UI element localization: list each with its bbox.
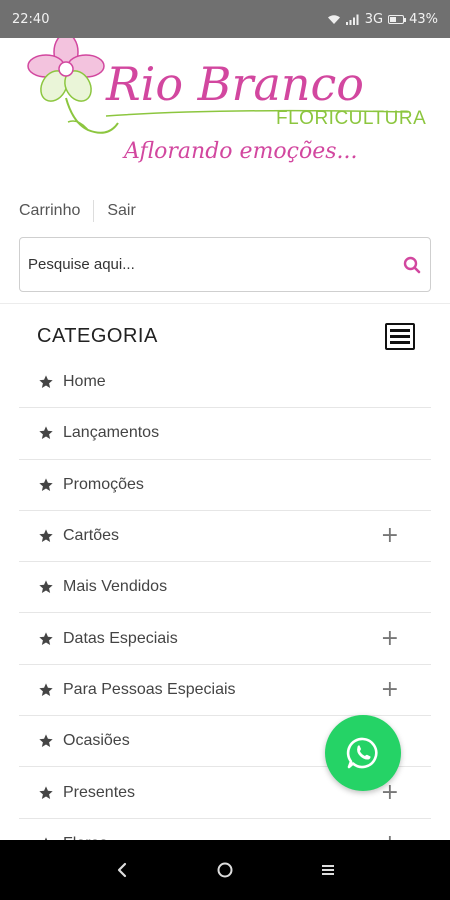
category-item[interactable]: Para Pessoas Especiais +	[19, 665, 431, 717]
section-divider	[0, 303, 450, 304]
status-bar: 22:40 3G 43%	[0, 0, 450, 38]
expand-plus-icon[interactable]: +	[381, 627, 399, 650]
star-icon	[39, 683, 53, 696]
network-type: 3G	[364, 11, 384, 27]
brand-subtitle: FLORICULTURA	[276, 108, 426, 129]
category-item[interactable]: Promoções	[19, 460, 431, 511]
category-item-label: Datas Especiais	[63, 629, 178, 647]
star-icon	[39, 580, 53, 594]
expand-plus-icon[interactable]: +	[381, 678, 399, 701]
search-icon[interactable]	[402, 255, 422, 275]
star-icon	[39, 785, 53, 799]
home-button[interactable]	[210, 855, 240, 885]
logout-link[interactable]: Sair	[107, 202, 135, 220]
star-icon	[39, 529, 53, 543]
brand-tagline: Aflorando emoções...	[122, 139, 358, 164]
category-item-label: Mais Vendidos	[63, 578, 168, 596]
category-item[interactable]: Lançamentos	[19, 408, 431, 460]
battery-percent: 43%	[409, 11, 438, 27]
brand-name: Rio Branco	[105, 57, 364, 111]
category-header: CATEGORIA	[37, 320, 415, 352]
back-button[interactable]	[107, 855, 137, 885]
wifi-icon	[327, 14, 340, 24]
star-icon	[39, 631, 53, 645]
signal-icon	[345, 14, 359, 25]
category-item-label: Promoções	[63, 475, 144, 493]
expand-plus-icon[interactable]: +	[381, 525, 399, 547]
whatsapp-icon	[346, 737, 378, 769]
star-icon	[39, 734, 53, 748]
category-item-label: Cartões	[63, 527, 120, 545]
navigation-bar	[0, 840, 450, 900]
search-box	[19, 237, 431, 292]
category-list: Home Lançamentos Promoções Cartões + Mais Ven…	[19, 357, 431, 870]
star-icon	[39, 426, 53, 440]
recents-button[interactable]	[313, 855, 343, 885]
category-item-label: Home	[63, 373, 106, 391]
home-icon	[217, 862, 233, 878]
menu-icon[interactable]	[385, 322, 415, 350]
category-title: CATEGORIA	[37, 324, 158, 347]
star-icon	[39, 375, 53, 389]
recents-icon	[322, 865, 335, 875]
battery-icon	[388, 14, 407, 24]
category-item[interactable]: Home	[19, 357, 431, 409]
star-icon	[39, 478, 53, 491]
link-divider	[93, 200, 95, 222]
flower-icon	[27, 38, 119, 134]
back-icon	[117, 862, 126, 878]
cart-link[interactable]: Carrinho	[19, 202, 80, 220]
status-time: 22:40	[12, 11, 50, 27]
brand-logo[interactable]: Rio Branco FLORICULTURA Aflorando emoçõe…	[18, 38, 433, 170]
category-item[interactable]: Mais Vendidos	[19, 562, 431, 614]
whatsapp-button[interactable]	[325, 715, 401, 791]
category-item[interactable]: Cartões +	[19, 511, 431, 563]
header-links: Carrinho Sair	[19, 199, 136, 223]
category-item-label: Para Pessoas Especiais	[63, 680, 236, 698]
category-item[interactable]: Datas Especiais +	[19, 613, 431, 665]
search-input[interactable]	[28, 256, 402, 273]
category-item-label: Lançamentos	[63, 424, 160, 442]
